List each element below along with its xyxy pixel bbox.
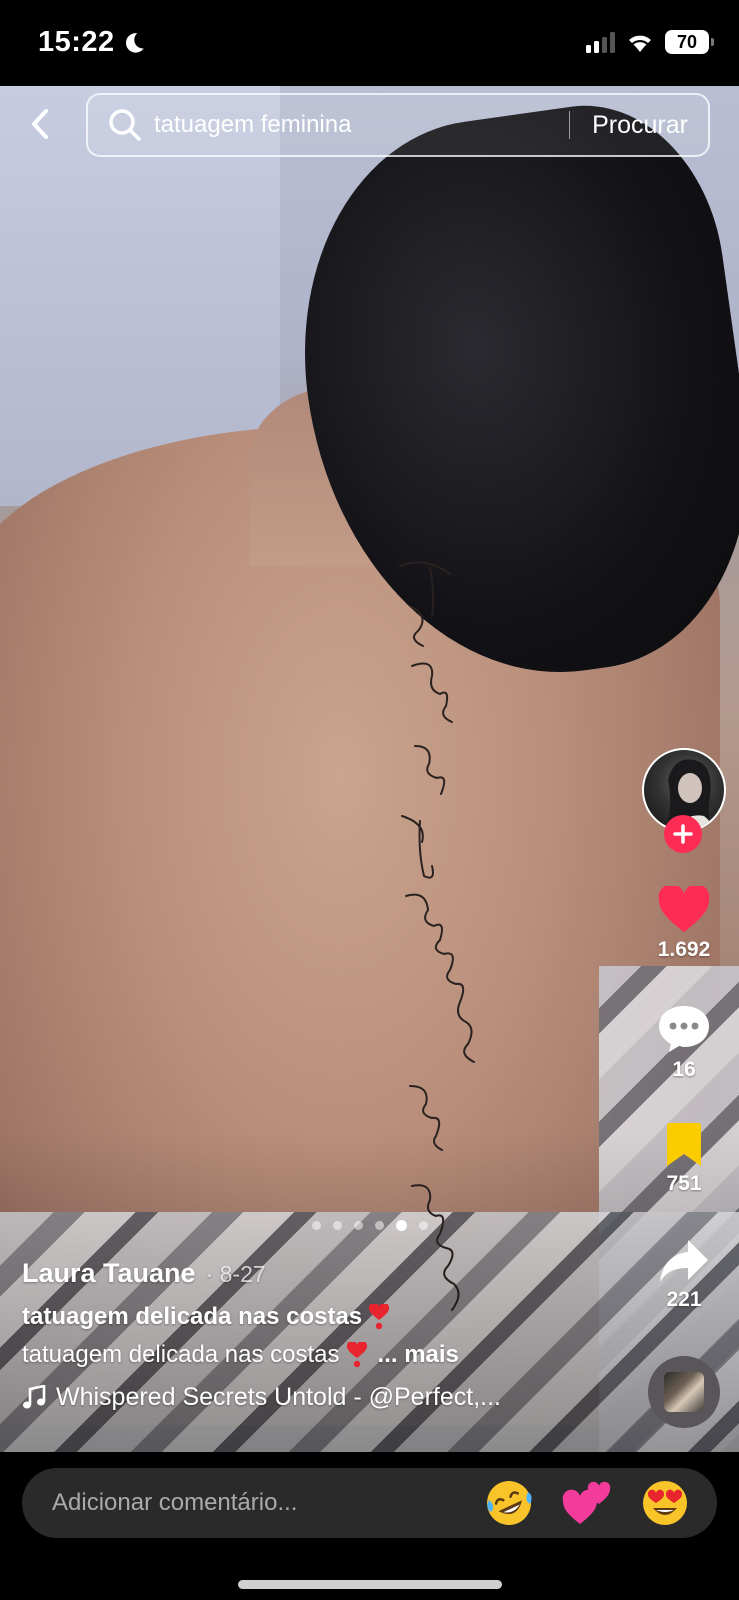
- two-hearts-emoji-icon: [562, 1481, 611, 1524]
- follow-button[interactable]: [664, 815, 702, 853]
- music-title: Whispered Secrets Untold - @Perfect,...: [56, 1383, 501, 1411]
- post-description: tatuagem delicada nas costas: [22, 1341, 340, 1368]
- emoji-rofl-button[interactable]: [483, 1477, 535, 1529]
- heart-icon: [658, 886, 710, 932]
- photo-pagination: [312, 1220, 428, 1231]
- heart-exclamation-icon: [369, 1304, 390, 1330]
- search-divider: [569, 111, 571, 139]
- share-arrow-icon: [660, 1240, 708, 1282]
- rofl-emoji-icon: [487, 1481, 532, 1525]
- pagination-dot: [375, 1221, 384, 1230]
- video-player[interactable]: [0, 86, 739, 1452]
- post-title: tatuagem delicada nas costas: [22, 1303, 363, 1330]
- pagination-dot: [333, 1221, 342, 1230]
- wifi-icon: [629, 35, 651, 52]
- post-description-line[interactable]: tatuagem delicada nas costas ... mais: [22, 1341, 622, 1369]
- search-submit-button[interactable]: Procurar: [592, 111, 688, 140]
- back-button[interactable]: [22, 104, 58, 144]
- comment-bubble-icon: [659, 1006, 709, 1052]
- emoji-heart-eyes-button[interactable]: [639, 1477, 691, 1529]
- author-name[interactable]: Laura Tauane: [22, 1258, 196, 1289]
- emoji-two-hearts-button[interactable]: [561, 1477, 613, 1529]
- status-bar: 15:22 70: [0, 0, 739, 86]
- chevron-left-icon: [32, 109, 48, 139]
- save-count: 751: [666, 1172, 702, 1195]
- moon-icon: [125, 32, 144, 53]
- comment-count: 16: [672, 1058, 696, 1081]
- search-input[interactable]: tatuagem feminina: [154, 111, 569, 139]
- more-link[interactable]: ... mais: [378, 1341, 459, 1369]
- save-button[interactable]: 751: [634, 1122, 734, 1196]
- bookmark-icon: [667, 1123, 701, 1166]
- share-button[interactable]: 221: [634, 1238, 734, 1312]
- battery-indicator: 70: [665, 30, 714, 54]
- home-indicator[interactable]: [238, 1580, 502, 1589]
- plus-icon: [673, 824, 693, 844]
- status-time-group: 15:22: [38, 26, 147, 59]
- comment-input[interactable]: Adicionar comentário...: [52, 1489, 483, 1517]
- like-button[interactable]: 1.692: [634, 886, 734, 962]
- comment-button[interactable]: 16: [634, 1004, 734, 1082]
- share-count: 221: [666, 1288, 702, 1311]
- status-time: 15:22: [38, 26, 115, 58]
- bottom-comment-bar: Adicionar comentário...: [0, 1452, 739, 1600]
- music-line[interactable]: Whispered Secrets Untold - @Perfect,...: [22, 1383, 622, 1412]
- heart-eyes-emoji-icon: [643, 1481, 687, 1525]
- status-indicators: 70: [586, 30, 714, 54]
- music-disc-button[interactable]: [648, 1356, 720, 1428]
- music-cover-image: [664, 1372, 704, 1412]
- pagination-dot: [419, 1221, 428, 1230]
- heart-exclamation-icon: [346, 1342, 367, 1368]
- pagination-dot-active: [396, 1220, 407, 1231]
- cellular-signal-icon: [586, 31, 615, 53]
- music-note-icon: [23, 1384, 46, 1408]
- pagination-dot: [312, 1221, 321, 1230]
- post-caption: Laura Tauane · 8-27 tatuagem delicada na…: [22, 1258, 622, 1412]
- search-icon: [109, 109, 141, 141]
- post-date: · 8-27: [205, 1261, 266, 1287]
- pagination-dot: [354, 1221, 363, 1230]
- post-title-line: tatuagem delicada nas costas: [22, 1303, 622, 1331]
- author-line: Laura Tauane · 8-27: [22, 1258, 622, 1289]
- like-count: 1.692: [657, 938, 711, 961]
- comment-input-box[interactable]: Adicionar comentário...: [22, 1468, 717, 1538]
- search-bar[interactable]: tatuagem feminina Procurar: [86, 93, 710, 157]
